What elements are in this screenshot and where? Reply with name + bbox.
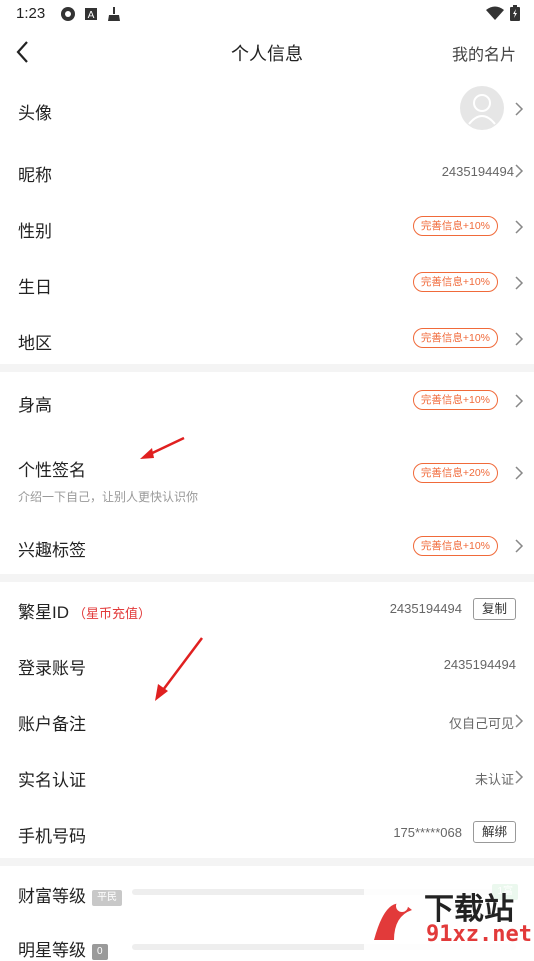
account-note-value: 仅自己可见 [448,716,514,731]
status-notification-icons: A [60,6,122,22]
realname-status: 未认证 [474,772,514,787]
chevron-right-icon [515,714,524,728]
star-level-tag: 0 [92,944,108,960]
battery-icon [510,5,520,21]
app-a-icon: A [85,8,97,21]
row-avatar[interactable]: 头像 [0,80,534,140]
row-label: 地区 [18,334,52,353]
nav-bar: 个人信息 我的名片 [0,28,534,76]
row-label: 明星等级 0 [18,936,108,961]
row-label: 个性签名 [18,461,86,480]
wealth-level-tag: 平民 [92,890,122,906]
row-label: 昵称 [18,166,52,185]
default-user-icon [468,94,496,125]
svg-text:A: A [88,10,95,21]
fanxing-id-value: 2435194494 [389,601,462,616]
row-height[interactable]: 身高 完善信息+10% [0,374,534,428]
row-realname[interactable]: 实名认证 未认证 [0,752,534,802]
unbind-button[interactable]: 解绑 [472,821,516,843]
aperture-icon [61,7,75,21]
row-label: 账户备注 [18,715,86,734]
fanxing-id-label: 繁星ID [18,603,69,622]
row-label: 财富等级 平民 [18,882,122,907]
login-account-value: 2435194494 [443,657,516,672]
row-label: 身高 [18,396,52,415]
annotation-arrow-icon [140,436,185,459]
annotation-arrow-icon [155,637,203,701]
chevron-right-icon [515,466,524,480]
section-divider [0,858,534,866]
chevron-right-icon [515,102,524,116]
chevron-right-icon [515,539,524,553]
row-label: 登录账号 [18,659,86,678]
my-card-button[interactable]: 我的名片 [452,41,516,65]
row-label: 性别 [18,222,52,241]
signature-hint: 介绍一下自己，让别人更快认识你 [18,490,199,504]
row-login-account: 登录账号 2435194494 [0,640,534,690]
row-label: 实名认证 [18,771,86,790]
row-label: 繁星ID （星币充值） [18,598,151,623]
watermark-domain: 91xz.net [426,922,532,947]
wifi-icon [486,6,504,20]
chevron-right-icon [515,276,524,290]
section-divider [0,364,534,372]
profile-completion-badge: 完善信息+10% [412,390,498,410]
row-birthday[interactable]: 生日 完善信息+10% [0,256,534,310]
chevron-right-icon [515,332,524,346]
star-level-label: 明星等级 [18,941,86,960]
phone-value: 175*****068 [393,825,462,840]
chevron-right-icon [515,164,524,178]
chevron-right-icon [515,770,524,784]
status-bar: 1:23 A [0,0,534,28]
row-signature[interactable]: 个性签名 介绍一下自己，让别人更快认识你 完善信息+20% [0,436,534,512]
chevron-right-icon [515,220,524,234]
site-watermark: 下载站 91xz.net [364,882,534,952]
row-nickname[interactable]: 昵称 2435194494 [0,144,534,198]
copy-button[interactable]: 复制 [472,598,516,620]
row-account-note[interactable]: 账户备注 仅自己可见 [0,696,534,746]
avatar[interactable] [460,86,504,130]
chevron-right-icon [515,394,524,408]
row-label: 生日 [18,278,52,297]
row-label: 手机号码 [18,827,86,846]
coin-recharge-link[interactable]: （星币充值） [73,606,151,621]
row-gender[interactable]: 性别 完善信息+10% [0,200,534,254]
profile-completion-badge: 完善信息+20% [412,463,498,483]
nickname-value: 2435194494 [441,164,514,179]
status-system-icons [486,5,520,21]
row-region[interactable]: 地区 完善信息+10% [0,312,534,366]
profile-completion-badge: 完善信息+10% [412,328,498,348]
row-label: 头像 [18,104,52,123]
profile-completion-badge: 完善信息+10% [412,272,498,292]
profile-completion-badge: 完善信息+10% [412,536,498,556]
profile-completion-badge: 完善信息+10% [412,216,498,236]
row-interests[interactable]: 兴趣标签 完善信息+10% [0,520,534,574]
row-fanxing-id: 繁星ID （星币充值） 2435194494 复制 [0,584,534,634]
broom-icon [108,7,120,21]
row-label: 兴趣标签 [18,541,86,560]
section-divider [0,574,534,582]
status-time: 1:23 [16,5,46,22]
wealth-level-label: 财富等级 [18,887,86,906]
row-phone: 手机号码 175*****068 解绑 [0,808,534,858]
